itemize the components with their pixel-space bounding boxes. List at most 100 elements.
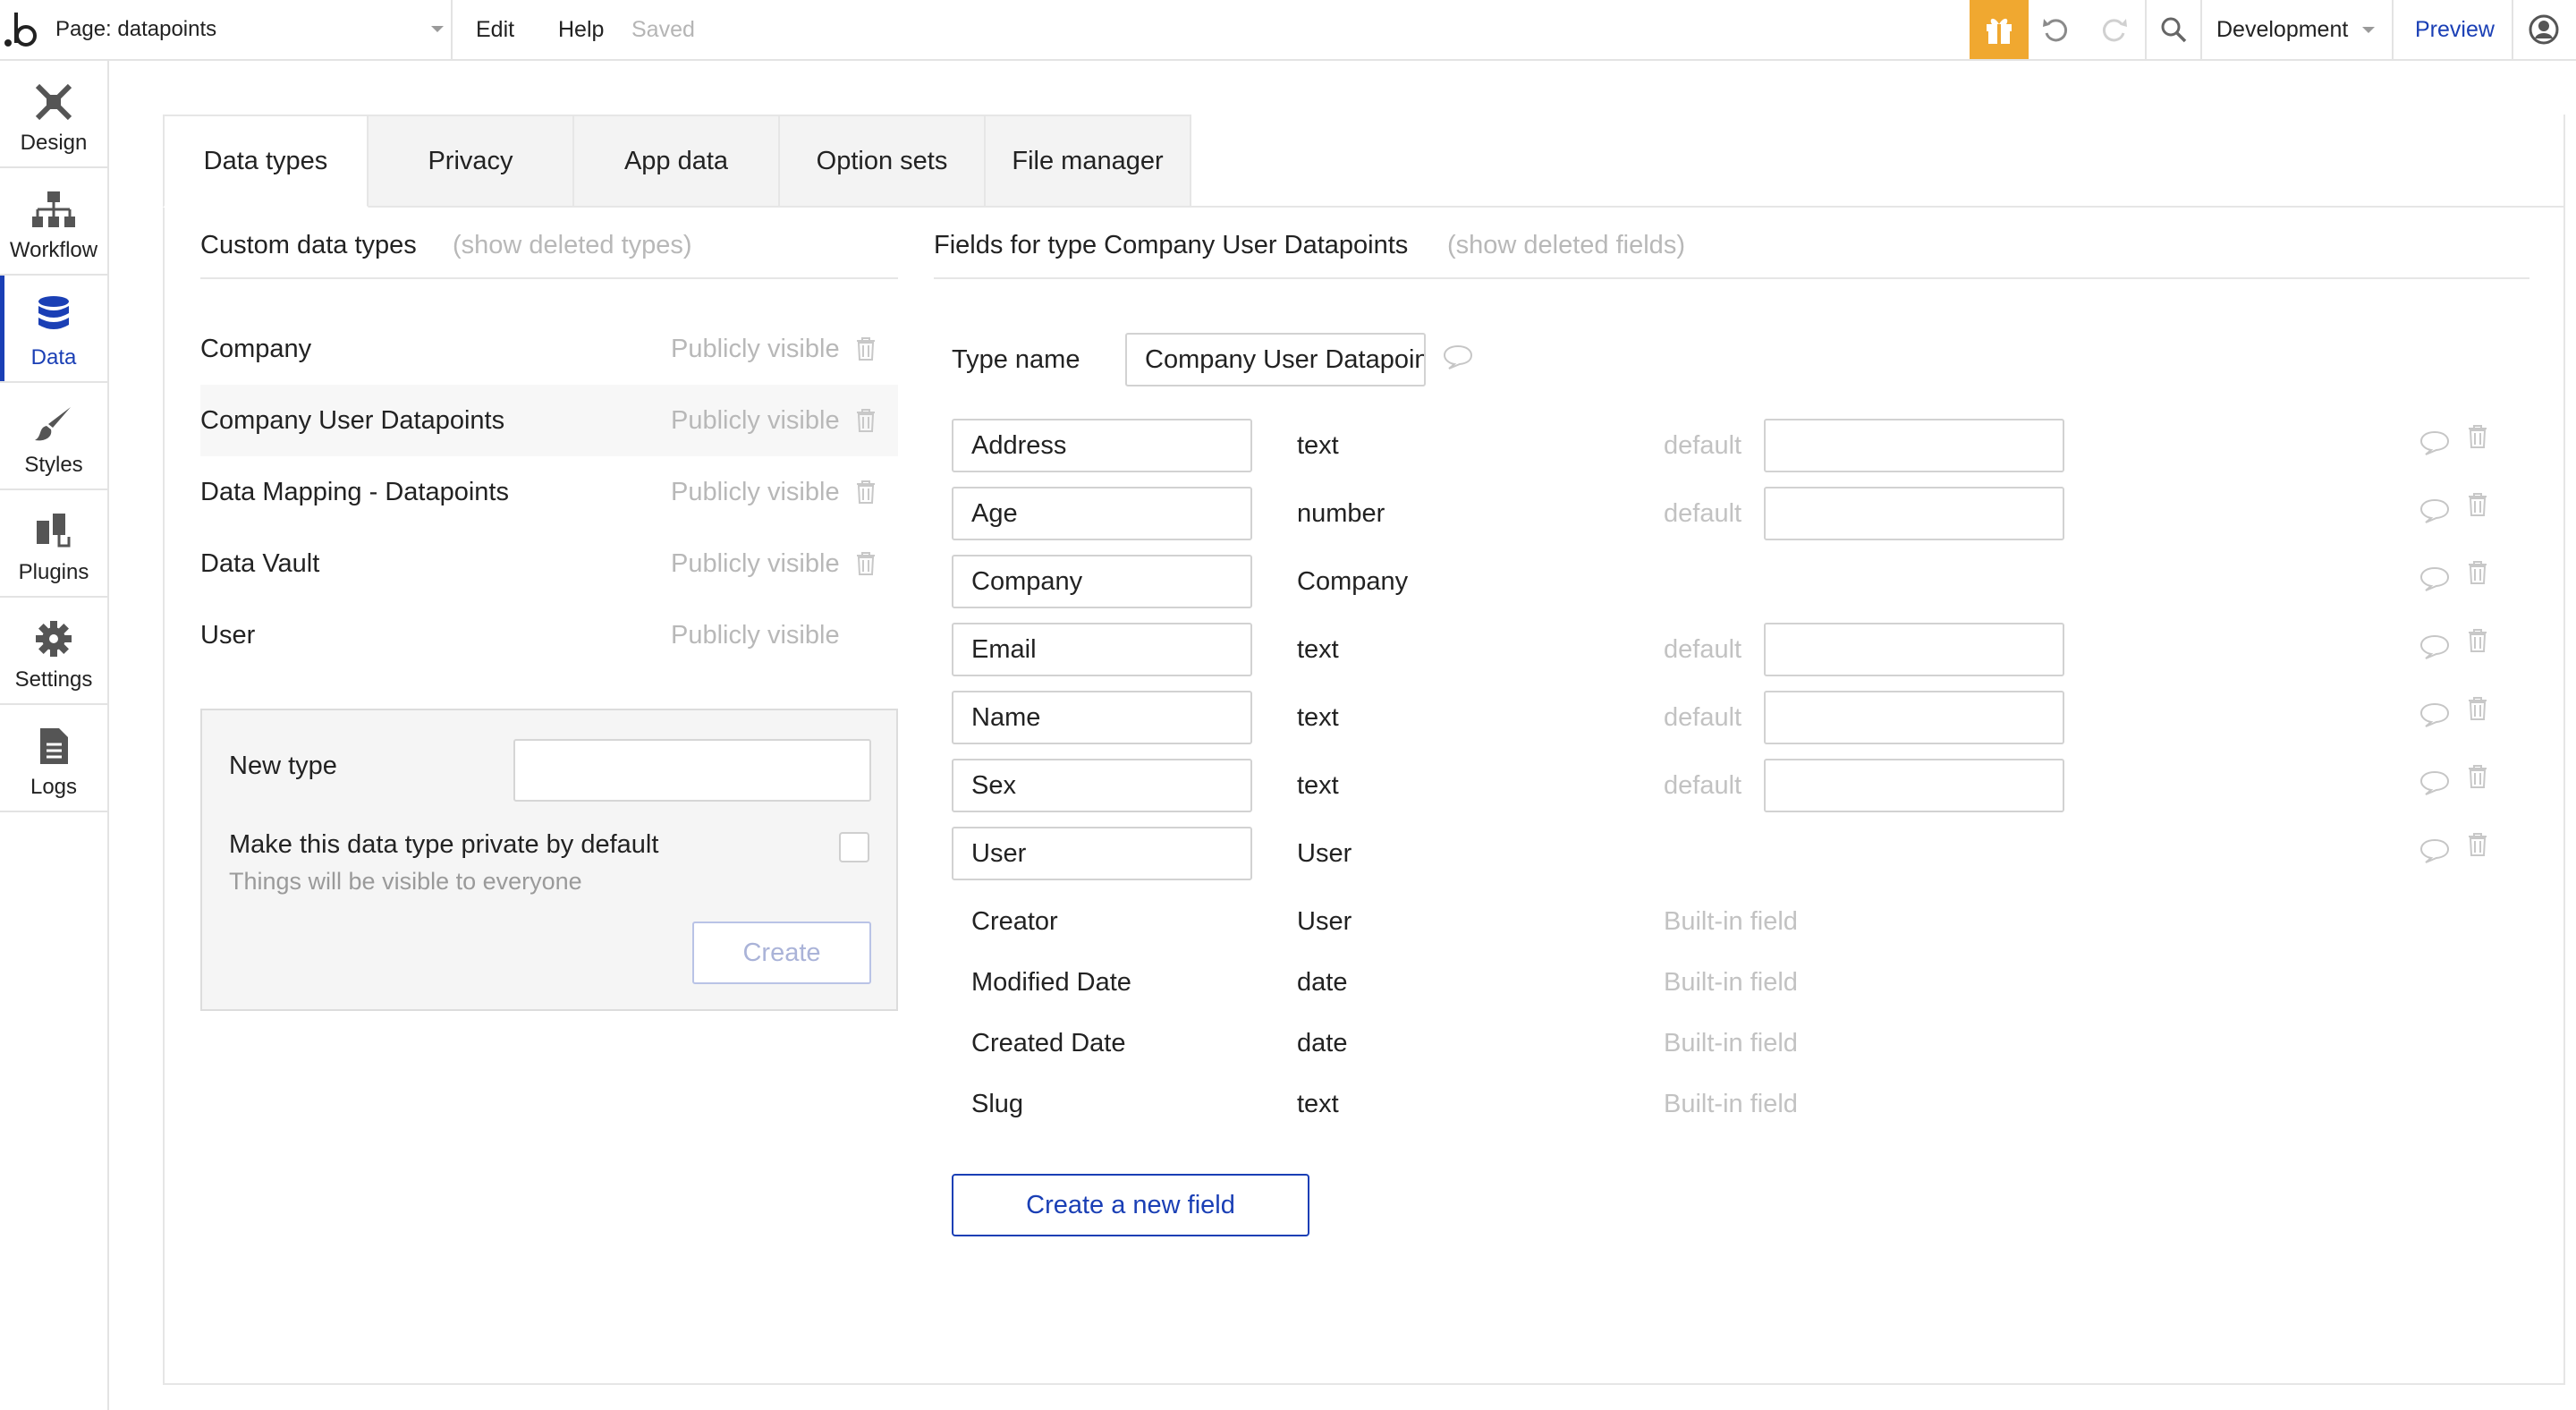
show-deleted-types-link[interactable]: (show deleted types) <box>453 231 692 260</box>
trash-icon[interactable] <box>2467 492 2488 517</box>
divider <box>2512 0 2513 59</box>
account-button[interactable] <box>2517 0 2571 59</box>
trash-icon[interactable] <box>2467 560 2488 585</box>
trash-icon[interactable] <box>2467 696 2488 721</box>
trash-icon[interactable] <box>2467 832 2488 857</box>
comment-icon[interactable] <box>2419 701 2451 728</box>
comment-icon[interactable] <box>1442 344 1474 370</box>
help-menu[interactable]: Help <box>558 0 604 59</box>
brush-icon <box>35 407 71 441</box>
field-type[interactable]: text <box>1297 623 1339 676</box>
search-button[interactable] <box>2147 0 2200 59</box>
sidebar-item-logs[interactable]: Logs <box>0 705 107 812</box>
redo-button[interactable] <box>2088 0 2141 59</box>
sidebar-item-label: Data <box>30 345 77 369</box>
sidebar-item-styles[interactable]: Styles <box>0 383 107 490</box>
field-name-input[interactable]: Address <box>952 419 1252 472</box>
table-row: Age number default <box>952 487 2508 540</box>
field-type[interactable]: text <box>1297 691 1339 744</box>
table-row: Company Company <box>952 555 2508 608</box>
trash-icon[interactable] <box>2467 628 2488 653</box>
undo-button[interactable] <box>2029 0 2082 59</box>
default-value-input[interactable] <box>1764 487 2064 540</box>
type-name: Company User Datapoints <box>200 405 505 435</box>
list-item[interactable]: Data Vault Publicly visible <box>200 528 898 599</box>
list-item[interactable]: User Publicly visible <box>200 599 898 671</box>
visibility-label: Publicly visible <box>671 548 840 578</box>
private-default-checkbox[interactable] <box>839 832 869 862</box>
field-type[interactable]: text <box>1297 759 1339 812</box>
visibility-hint: Things will be visible to everyone <box>229 868 582 895</box>
field-type[interactable]: text <box>1297 419 1339 472</box>
trash-icon[interactable] <box>2467 424 2488 449</box>
default-value-input[interactable] <box>1764 419 2064 472</box>
page-selector[interactable]: Page: datapoints <box>55 0 449 59</box>
divider <box>200 277 898 279</box>
environment-selector[interactable]: Development <box>2216 0 2377 59</box>
field-name-input[interactable]: User <box>952 827 1252 880</box>
type-name-label: Type name <box>952 344 1080 374</box>
show-deleted-fields-link[interactable]: (show deleted fields) <box>1447 231 1685 260</box>
create-new-field-button[interactable]: Create a new field <box>952 1174 1309 1236</box>
default-value-input[interactable] <box>1764 691 2064 744</box>
field-name-input[interactable]: Age <box>952 487 1252 540</box>
comment-icon[interactable] <box>2419 497 2451 524</box>
default-value-input[interactable] <box>1764 759 2064 812</box>
sidebar-item-plugins[interactable]: Plugins <box>0 490 107 598</box>
sidebar-item-settings[interactable]: Settings <box>0 598 107 705</box>
divider <box>2392 0 2394 59</box>
comment-icon[interactable] <box>2419 769 2451 796</box>
trash-icon[interactable] <box>2467 764 2488 789</box>
database-icon <box>38 296 69 329</box>
trash-icon[interactable] <box>855 408 877 433</box>
table-row: Slug text Built-in field <box>952 1077 2508 1131</box>
field-name-input[interactable]: Email <box>952 623 1252 676</box>
builtin-field-name: Slug <box>971 1089 1024 1118</box>
preview-link[interactable]: Preview <box>2415 0 2495 59</box>
visibility-label: Publicly visible <box>671 620 840 650</box>
field-type[interactable]: number <box>1297 487 1385 540</box>
field-name-input[interactable]: Name <box>952 691 1252 744</box>
trash-icon[interactable] <box>855 336 877 361</box>
type-name-input[interactable]: Company User Datapoints <box>1125 333 1426 386</box>
tab-file-manager[interactable]: File manager <box>986 115 1191 208</box>
sidebar-item-workflow[interactable]: Workflow <box>0 168 107 276</box>
list-item[interactable]: Company User Datapoints Publicly visible <box>200 385 898 456</box>
tab-data-types[interactable]: Data types <box>163 115 369 208</box>
field-type[interactable]: User <box>1297 827 1352 880</box>
gift-button[interactable] <box>1970 0 2029 59</box>
table-row: Sex text default <box>952 759 2508 812</box>
workflow-icon <box>32 191 75 227</box>
sidebar-item-design[interactable]: Design <box>0 61 107 168</box>
comment-icon[interactable] <box>2419 429 2451 456</box>
builtin-field-label: Built-in field <box>1664 906 1798 936</box>
private-default-label: Make this data type private by default <box>229 830 659 859</box>
table-row: Created Date date Built-in field <box>952 1016 2508 1070</box>
default-value-input[interactable] <box>1764 623 2064 676</box>
sidebar-item-data[interactable]: Data <box>0 276 107 383</box>
tab-privacy[interactable]: Privacy <box>369 115 574 208</box>
comment-icon[interactable] <box>2419 633 2451 660</box>
field-name-input[interactable]: Company <box>952 555 1252 608</box>
new-type-input[interactable] <box>513 739 871 802</box>
list-item[interactable]: Company Publicly visible <box>200 313 898 385</box>
bubble-logo-icon[interactable] <box>4 7 43 52</box>
tab-app-data[interactable]: App data <box>574 115 780 208</box>
list-item[interactable]: Data Mapping - Datapoints Publicly visib… <box>200 456 898 528</box>
comment-icon[interactable] <box>2419 565 2451 592</box>
tab-option-sets[interactable]: Option sets <box>780 115 986 208</box>
builtin-field-name: Modified Date <box>971 967 1131 997</box>
default-label: default <box>1664 498 1742 528</box>
field-type: text <box>1297 1089 1339 1118</box>
field-name-input[interactable]: Sex <box>952 759 1252 812</box>
trash-icon[interactable] <box>855 551 877 576</box>
field-type[interactable]: Company <box>1297 555 1408 608</box>
create-type-button[interactable]: Create <box>692 922 871 984</box>
edit-menu[interactable]: Edit <box>476 0 514 59</box>
comment-icon[interactable] <box>2419 837 2451 864</box>
builtin-field-label: Built-in field <box>1664 967 1798 997</box>
default-label: default <box>1664 770 1742 800</box>
page-selector-label: Page: datapoints <box>55 17 217 41</box>
field-type: User <box>1297 906 1352 936</box>
trash-icon[interactable] <box>855 480 877 505</box>
